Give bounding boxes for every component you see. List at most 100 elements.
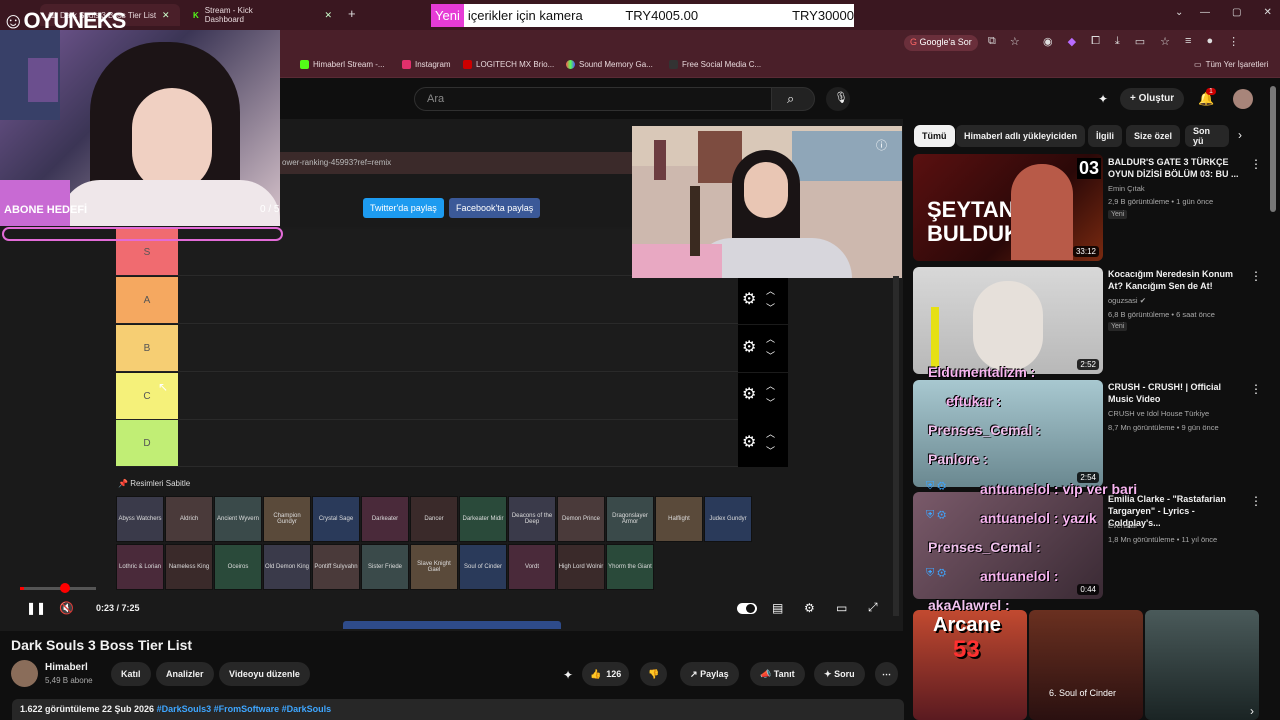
description-box[interactable]: 1.622 görüntüleme 22 Şub 2026 #DarkSouls…	[12, 699, 904, 720]
menu-icon[interactable]: ⋮	[1228, 35, 1239, 48]
chevron-down-icon[interactable]: ﹀	[766, 446, 775, 456]
chevron-up-icon[interactable]: ︿	[766, 429, 775, 439]
bookmark-logitech[interactable]: LOGITECH MX Brio...	[463, 60, 554, 69]
maximize-icon[interactable]: ▢	[1232, 7, 1241, 18]
edit-video-button[interactable]: Videoyu düzenle	[219, 662, 310, 686]
create-button[interactable]: + Oluştur	[1120, 88, 1185, 110]
recommendation-thumbnail[interactable]: 2:52	[913, 267, 1103, 374]
boss-image[interactable]: Pontiff Sulyvahn	[312, 544, 360, 590]
magic-icon[interactable]: ✦	[1098, 92, 1108, 106]
short-third[interactable]	[1145, 610, 1259, 720]
close-tab-icon[interactable]: ✕	[324, 10, 332, 21]
minimize-icon[interactable]: —	[1200, 7, 1210, 18]
video-scrollbar[interactable]	[893, 276, 899, 616]
recommendation-channel[interactable]: Emin Çıtak	[1108, 184, 1145, 193]
more-icon[interactable]: ⋮	[1250, 494, 1262, 508]
share-facebook-button[interactable]: Facebook'ta paylaş	[449, 198, 541, 218]
close-tab-icon[interactable]: ✕	[162, 10, 170, 21]
boss-image[interactable]: Halflight	[655, 496, 703, 542]
boss-image[interactable]: Ancient Wyvern	[214, 496, 262, 542]
channel-avatar[interactable]	[11, 660, 38, 687]
recommendation-title[interactable]: BALDUR'S GATE 3 TÜRKÇE OYUN DİZİSİ BÖLÜM…	[1108, 156, 1243, 180]
account-avatar[interactable]	[1233, 89, 1253, 109]
boss-image[interactable]: Darkeater	[361, 496, 409, 542]
chip-recent[interactable]: Son yü	[1185, 125, 1229, 147]
boss-image[interactable]: Dancer	[410, 496, 458, 542]
share-twitter-button[interactable]: Twitter'da paylaş	[363, 198, 444, 218]
pin-images-label[interactable]: 📌 Resimleri Sabitle	[118, 479, 190, 488]
boss-image[interactable]: Champion Gundyr	[263, 496, 311, 542]
extension-purple-icon[interactable]: ◆	[1068, 35, 1076, 48]
recommendation-title[interactable]: Kocacığım Neredesin Konum At? Kancığım S…	[1108, 268, 1243, 292]
progress-track[interactable]	[20, 587, 96, 590]
info-icon[interactable]: ⓘ	[876, 137, 887, 153]
tier-row-a[interactable]	[178, 277, 738, 324]
boss-image[interactable]: Deacons of the Deep	[508, 496, 556, 542]
analytics-button[interactable]: Analizler	[156, 662, 214, 686]
short-soul-of-cinder[interactable]: 6. Soul of Cinder	[1029, 610, 1143, 720]
sidebar-icon[interactable]: ▭	[1135, 35, 1145, 48]
boss-image[interactable]: Aldrich	[165, 496, 213, 542]
close-window-icon[interactable]: ✕	[1263, 7, 1271, 18]
chevron-down-icon[interactable]: ﹀	[766, 351, 775, 361]
profile-icon[interactable]: ●	[1206, 35, 1213, 48]
chevron-right-icon[interactable]: ›	[1238, 128, 1242, 142]
recommendation-title[interactable]: CRUSH - CRUSH! | Official Music Video	[1108, 381, 1243, 405]
boss-image[interactable]: Lothric & Lorian	[116, 544, 164, 590]
dislike-button[interactable]: 👎	[640, 662, 668, 686]
share-button[interactable]: ↗ Paylaş	[680, 662, 739, 686]
install-icon[interactable]: ⧉	[988, 35, 996, 48]
ask-button[interactable]: ✦ Soru	[814, 662, 865, 686]
subtitles-icon[interactable]: ▤	[772, 601, 783, 615]
page-scrollbar[interactable]	[1270, 86, 1276, 212]
progress-scrubber[interactable]	[60, 583, 70, 593]
bookmark-star-icon[interactable]: ☆	[1010, 35, 1020, 48]
gear-icon[interactable]: ⚙	[742, 340, 758, 356]
gear-icon[interactable]: ⚙	[742, 387, 758, 403]
boss-image[interactable]: Crystal Sage	[312, 496, 360, 542]
boss-image[interactable]: Abyss Watchers	[116, 496, 164, 542]
boss-image[interactable]: Soul of Cinder	[459, 544, 507, 590]
boss-image[interactable]: Darkeater Midir	[459, 496, 507, 542]
recommendation-channel[interactable]: CRUSH ve Idol House Türkiye	[1108, 409, 1209, 418]
chevron-up-icon[interactable]: ︿	[766, 286, 775, 296]
recommendation-channel[interactable]: oguzsasi ✔	[1108, 296, 1146, 305]
search-button[interactable]: ⌕	[771, 87, 815, 111]
new-tab-icon[interactable]: +	[348, 6, 356, 21]
mute-icon[interactable]: 🔇	[59, 601, 74, 615]
boss-image[interactable]: Dragonslayer Armor	[606, 496, 654, 542]
chevron-up-icon[interactable]: ︿	[766, 381, 775, 391]
chevron-up-icon[interactable]: ︿	[766, 334, 775, 344]
boss-image[interactable]: Vordt	[508, 544, 556, 590]
recommendation-channel[interactable]: Evenstar	[1108, 521, 1138, 530]
extension-icon[interactable]: ◉	[1043, 35, 1053, 48]
chip-related[interactable]: İlgili	[1088, 125, 1122, 147]
bookmark-free-social[interactable]: Free Social Media C...	[669, 60, 761, 69]
boss-image[interactable]: Slave Knight Gael	[410, 544, 458, 590]
more-actions-button[interactable]: ⋯	[875, 662, 898, 686]
boss-image[interactable]: High Lord Wolnir	[557, 544, 605, 590]
more-icon[interactable]: ⋮	[1250, 269, 1262, 283]
tab-kick[interactable]: K Stream - Kick Dashboard ✕	[185, 4, 340, 26]
search-input[interactable]: Ara	[414, 87, 772, 111]
tier-row-c[interactable]	[178, 373, 738, 420]
theater-mode-icon[interactable]: ▭	[836, 601, 847, 615]
boss-image[interactable]: Oceiros	[214, 544, 262, 590]
settings-icon[interactable]: ⚙	[804, 601, 815, 615]
download-icon[interactable]: ⤓	[1115, 35, 1120, 48]
tier-row-b[interactable]	[178, 325, 738, 372]
chip-for-you[interactable]: Size özel	[1126, 125, 1181, 147]
tier-row-d[interactable]	[178, 420, 738, 467]
short-arcane[interactable]: Arcane 53	[913, 610, 1027, 720]
autoplay-toggle[interactable]	[737, 603, 757, 614]
bookmark-instagram[interactable]: Instagram	[402, 60, 451, 69]
reading-list-icon[interactable]: ≡	[1185, 35, 1191, 48]
bookmark-himaberl[interactable]: Himaberl Stream -...	[300, 60, 385, 69]
chip-uploader[interactable]: Himaberl adlı yükleyiciden	[956, 125, 1086, 147]
gear-icon[interactable]: ⚙	[742, 435, 758, 451]
tab-search-icon[interactable]: ⌄	[1175, 7, 1183, 18]
like-button[interactable]: 👍 126	[582, 662, 630, 686]
bookmark-sound-memory[interactable]: Sound Memory Ga...	[566, 60, 653, 69]
chip-all[interactable]: Tümü	[914, 125, 955, 147]
boss-image[interactable]: Nameless King	[165, 544, 213, 590]
